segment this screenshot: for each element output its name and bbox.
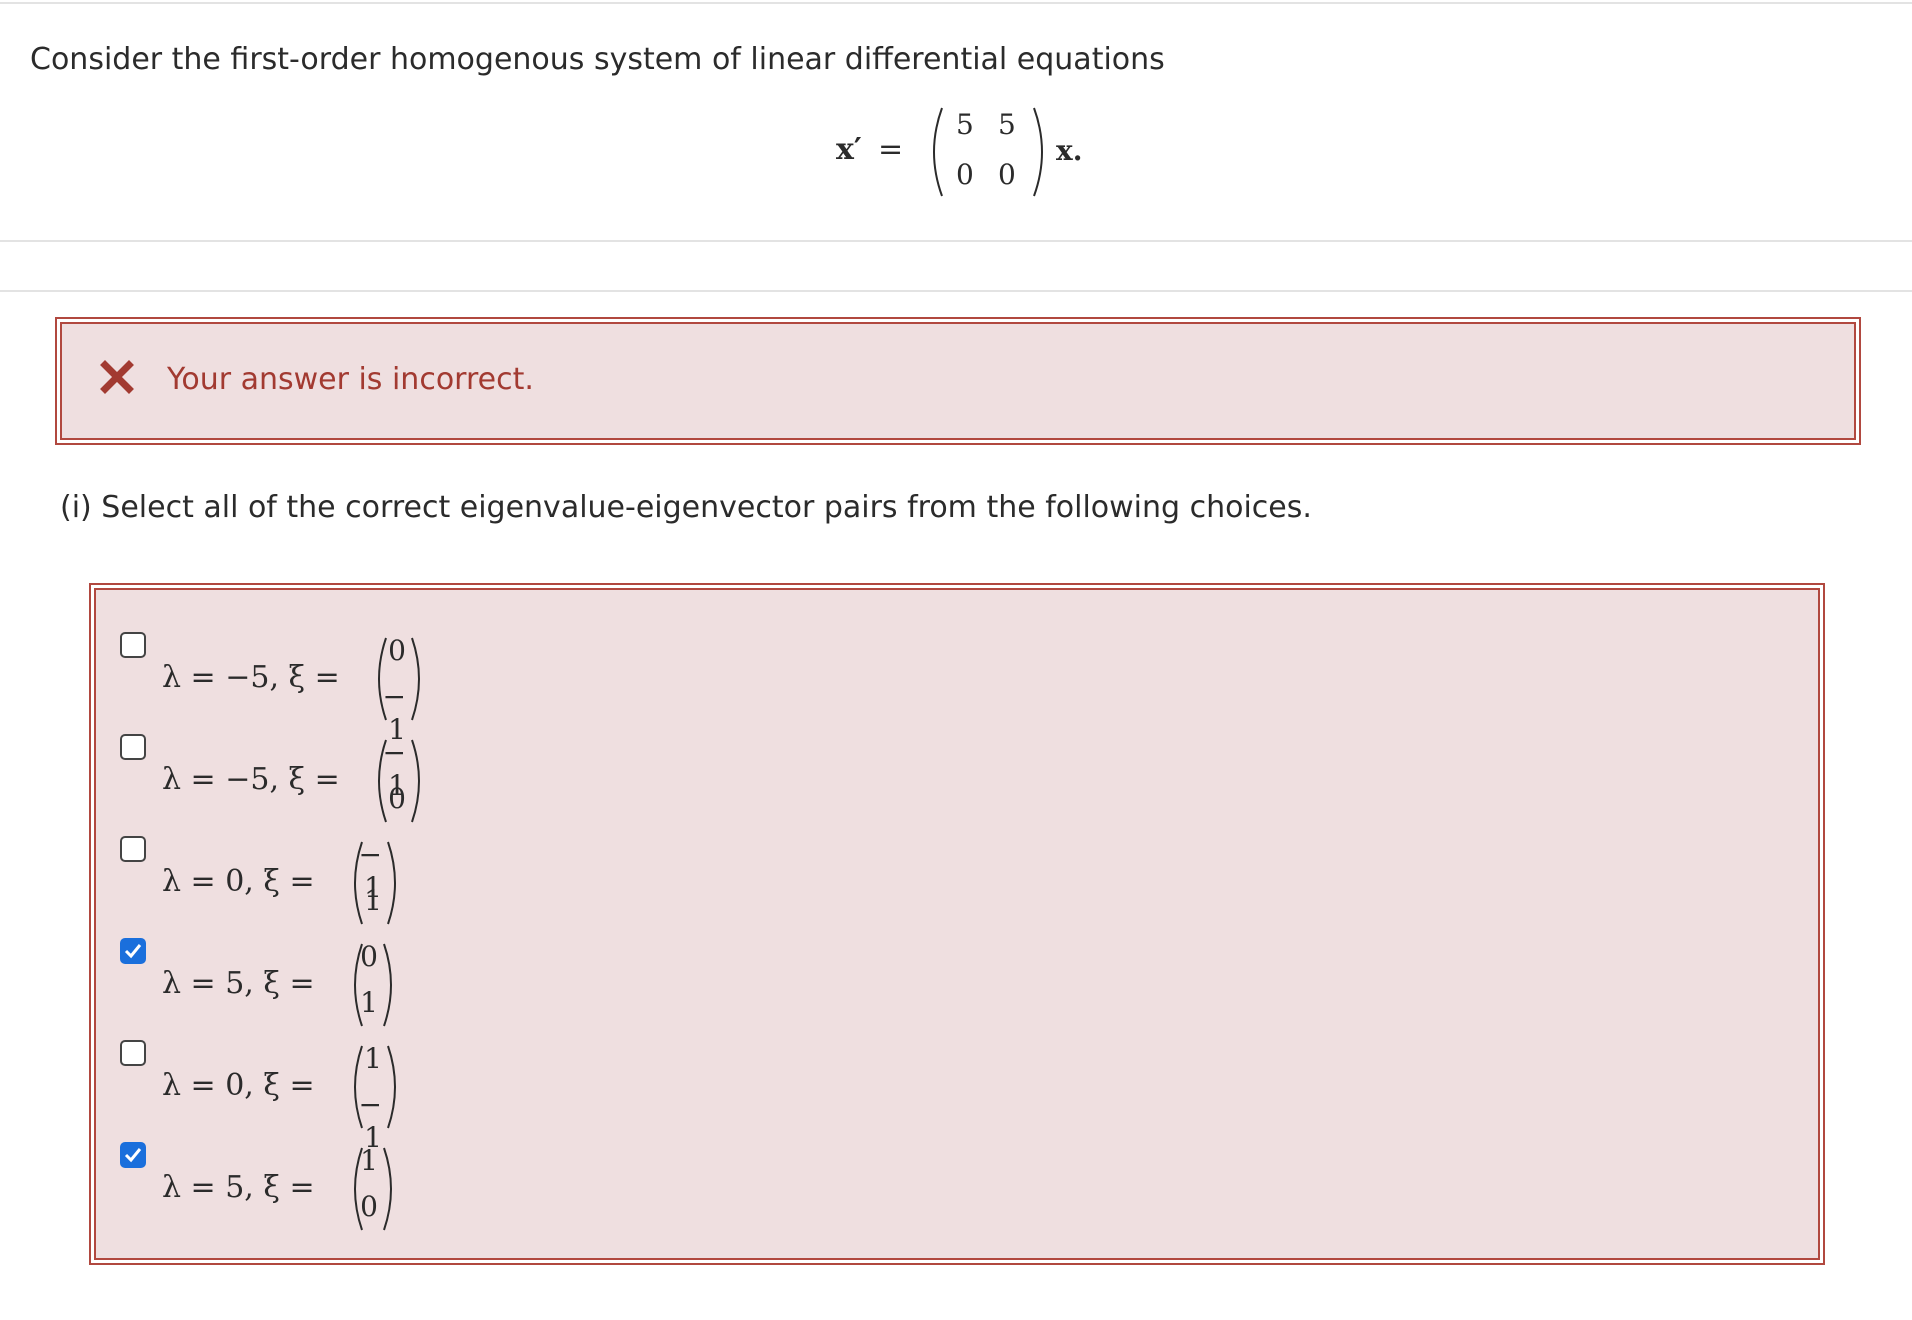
equation-lhs: x′ (836, 132, 862, 167)
question-text: (i) Select all of the correct eigenvalue… (60, 490, 1312, 525)
choice-4-vector-bottom: 1 (360, 986, 378, 1019)
choice-4-vector-top: 0 (360, 940, 378, 973)
matrix-cell: 5 (956, 108, 974, 141)
x-icon (100, 360, 134, 394)
choices-list: λ = −5, ξ = 0 − 1 λ = −5, ξ = − 1 0 λ = … (89, 583, 1825, 1265)
choice-6: λ = 5, ξ = 1 0 (96, 1142, 696, 1242)
choice-6-checkbox[interactable] (120, 1142, 146, 1168)
matrix-left-paren (933, 107, 943, 197)
vector-right-paren (387, 1045, 396, 1129)
matrix-cell: 0 (998, 158, 1016, 191)
choice-6-vector-bottom: 0 (360, 1190, 378, 1223)
choice-5-vector-top: 1 (364, 1042, 382, 1075)
vector-right-paren (383, 1147, 392, 1231)
choice-5: λ = 0, ξ = 1 − 1 (96, 1040, 696, 1154)
choice-3-vector-bottom: 1 (364, 884, 382, 917)
choice-4-lambda: λ = 5, ξ = (162, 966, 315, 1001)
choice-2-lambda: λ = −5, ξ = (162, 762, 340, 797)
equation-equals: = (878, 132, 904, 167)
matrix-right-paren (1033, 107, 1043, 197)
checkmark-icon (124, 1148, 142, 1163)
choice-1: λ = −5, ξ = 0 − 1 (96, 632, 696, 746)
problem-intro: Consider the first-order homogenous syst… (30, 42, 1165, 77)
choice-6-vector-top: 1 (360, 1144, 378, 1177)
vector-right-paren (387, 841, 396, 925)
choice-3-checkbox[interactable] (120, 836, 146, 862)
matrix-cell: 5 (998, 108, 1016, 141)
choice-1-checkbox[interactable] (120, 632, 146, 658)
choice-2-vector-bottom: 0 (388, 782, 406, 815)
vector-right-paren (411, 739, 420, 823)
feedback-banner: Your answer is incorrect. (55, 317, 1861, 445)
choice-3-lambda: λ = 0, ξ = (162, 864, 315, 899)
choice-4-checkbox[interactable] (120, 938, 146, 964)
choice-4: λ = 5, ξ = 0 1 (96, 938, 696, 1038)
choice-6-lambda: λ = 5, ξ = (162, 1170, 315, 1205)
choice-1-vector-top: 0 (388, 634, 406, 667)
problem-card: Consider the first-order homogenous syst… (0, 2, 1912, 242)
equation-rhs: x. (1056, 134, 1083, 167)
choice-2-checkbox[interactable] (120, 734, 146, 760)
choice-5-checkbox[interactable] (120, 1040, 146, 1066)
choice-2: λ = −5, ξ = − 1 0 (96, 734, 696, 834)
vector-right-paren (383, 943, 392, 1027)
choice-1-lambda: λ = −5, ξ = (162, 660, 340, 695)
feedback-message: Your answer is incorrect. (167, 362, 534, 397)
vector-right-paren (411, 637, 420, 721)
matrix-cell: 0 (956, 158, 974, 191)
choice-3: λ = 0, ξ = − 1 1 (96, 836, 696, 936)
checkmark-icon (124, 944, 142, 959)
choice-5-lambda: λ = 0, ξ = (162, 1068, 315, 1103)
